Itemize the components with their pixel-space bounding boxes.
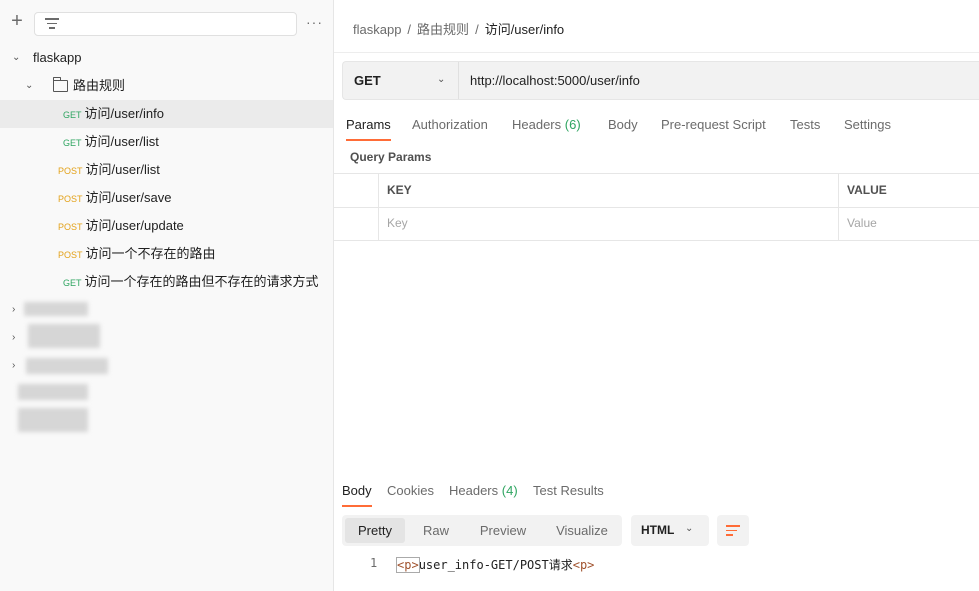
redacted-block — [26, 358, 108, 374]
tab-body[interactable]: Body — [608, 117, 638, 132]
view-mode-segmented: Pretty Raw Preview Visualize — [342, 515, 622, 546]
params-table: KEY VALUE Key Value — [334, 173, 979, 241]
request-label: 访问/user/save — [85, 190, 172, 205]
response-tab-cookies[interactable]: Cookies — [387, 483, 434, 498]
view-pretty-button[interactable]: Pretty — [345, 518, 405, 543]
code-line: <p>user_info-GET/POST请求<p> — [396, 556, 595, 573]
folder-label: 路由规则 — [73, 78, 126, 93]
table-row: Key Value — [334, 207, 979, 241]
tab-prerequest-script[interactable]: Pre-request Script — [661, 117, 766, 132]
request-item[interactable]: GET 访问/user/list — [0, 128, 333, 156]
request-label: 访问一个不存在的路由 — [85, 246, 216, 261]
key-column-header: KEY — [387, 183, 412, 197]
request-label: 访问/user/list — [84, 134, 159, 149]
url-input[interactable]: http://localhost:5000/user/info — [470, 73, 640, 88]
folder-routes[interactable]: ⌄ 路由规则 — [0, 72, 333, 100]
response-tab-headers-label: Headers — [449, 483, 499, 498]
method-badge: GET — [63, 110, 82, 120]
collection-label: flaskapp — [33, 50, 82, 65]
query-params-title: Query Params — [350, 150, 432, 164]
response-tab-body[interactable]: Body — [342, 483, 372, 507]
view-visualize-button[interactable]: Visualize — [546, 518, 618, 543]
new-plus-icon[interactable]: + — [8, 11, 26, 31]
sidebar: + ··· ⌄ flaskapp ⌄ 路由规则 GET 访问/user/info … — [0, 0, 334, 591]
code-text: user_info-GET/POST请求 — [418, 558, 573, 572]
request-label: 访问/user/update — [85, 218, 184, 233]
tag-open: <p> — [396, 557, 420, 573]
tag-close: <p> — [572, 558, 595, 572]
request-label: 访问/user/info — [84, 106, 164, 121]
chevron-right-icon: › — [12, 332, 16, 343]
view-raw-button[interactable]: Raw — [410, 518, 462, 543]
method-badge: POST — [58, 166, 83, 176]
chevron-down-icon: ⌄ — [685, 523, 694, 534]
tab-tests[interactable]: Tests — [790, 117, 820, 132]
redacted-block — [24, 302, 88, 316]
format-value: HTML — [641, 523, 675, 537]
method-badge: POST — [58, 222, 83, 232]
breadcrumb-collection[interactable]: flaskapp — [353, 22, 401, 37]
request-item[interactable]: POST 访问/user/list — [0, 156, 333, 184]
method-badge: GET — [63, 138, 82, 148]
redacted-block — [28, 324, 100, 348]
request-item[interactable]: POST 访问一个不存在的路由 — [0, 240, 333, 268]
request-item[interactable]: GET 访问一个存在的路由但不存在的请求方式 — [0, 268, 333, 296]
redacted-block — [18, 384, 88, 400]
chevron-right-icon: › — [12, 304, 16, 315]
chevron-down-icon: ⌄ — [12, 52, 21, 63]
chevron-right-icon: › — [12, 360, 16, 371]
method-badge: POST — [58, 250, 83, 260]
format-select[interactable]: HTML ⌄ — [631, 515, 709, 546]
divider — [334, 52, 979, 53]
response-headers-count: (4) — [501, 483, 518, 498]
collection-flaskapp[interactable]: ⌄ flaskapp — [0, 44, 333, 72]
filter-icon[interactable] — [45, 18, 59, 30]
method-select[interactable]: GET ⌄ — [343, 62, 459, 99]
request-item[interactable]: POST 访问/user/save — [0, 184, 333, 212]
method-badge: POST — [58, 194, 83, 204]
breadcrumb-separator: / — [407, 22, 412, 37]
breadcrumb: flaskapp / 路由规则 / 访问/user/info — [353, 19, 564, 38]
tab-params[interactable]: Params — [346, 117, 391, 141]
more-options-icon[interactable]: ··· — [306, 14, 323, 30]
chevron-down-icon: ⌄ — [437, 74, 446, 85]
tab-settings[interactable]: Settings — [844, 117, 891, 132]
method-badge: GET — [63, 278, 82, 288]
tab-authorization[interactable]: Authorization — [412, 117, 488, 132]
breadcrumb-current[interactable]: 访问/user/info — [485, 22, 564, 37]
chevron-down-icon: ⌄ — [25, 80, 34, 91]
view-preview-button[interactable]: Preview — [468, 518, 538, 543]
folder-icon — [53, 77, 68, 92]
response-tab-test-results[interactable]: Test Results — [533, 483, 604, 498]
method-value: GET — [354, 73, 381, 88]
redacted-block — [18, 408, 88, 432]
key-input[interactable]: Key — [387, 207, 408, 240]
tab-headers-label: Headers — [512, 117, 562, 132]
line-number: 1 — [370, 556, 378, 570]
table-header-row: KEY VALUE — [334, 174, 979, 208]
request-item[interactable]: GET 访问/user/info — [0, 100, 333, 128]
wrap-lines-button[interactable] — [717, 515, 749, 546]
request-label: 访问/user/list — [85, 162, 160, 177]
tab-headers[interactable]: Headers (6) — [512, 117, 581, 132]
value-input[interactable]: Value — [847, 207, 877, 240]
request-label: 访问一个存在的路由但不存在的请求方式 — [84, 274, 319, 289]
request-editor: flaskapp / 路由规则 / 访问/user/info GET ⌄ http://… — [334, 0, 979, 591]
headers-count: (6) — [564, 117, 581, 132]
sidebar-search-input[interactable] — [34, 12, 297, 36]
request-url-bar: GET ⌄ http://localhost:5000/user/info — [342, 61, 979, 100]
breadcrumb-folder[interactable]: 路由规则 — [417, 22, 469, 37]
value-column-header: VALUE — [847, 183, 887, 197]
sidebar-toolbar: + ··· — [0, 0, 333, 46]
response-tab-headers[interactable]: Headers (4) — [449, 483, 518, 498]
request-item[interactable]: POST 访问/user/update — [0, 212, 333, 240]
breadcrumb-separator: / — [475, 22, 479, 37]
wrap-lines-icon — [726, 525, 740, 537]
